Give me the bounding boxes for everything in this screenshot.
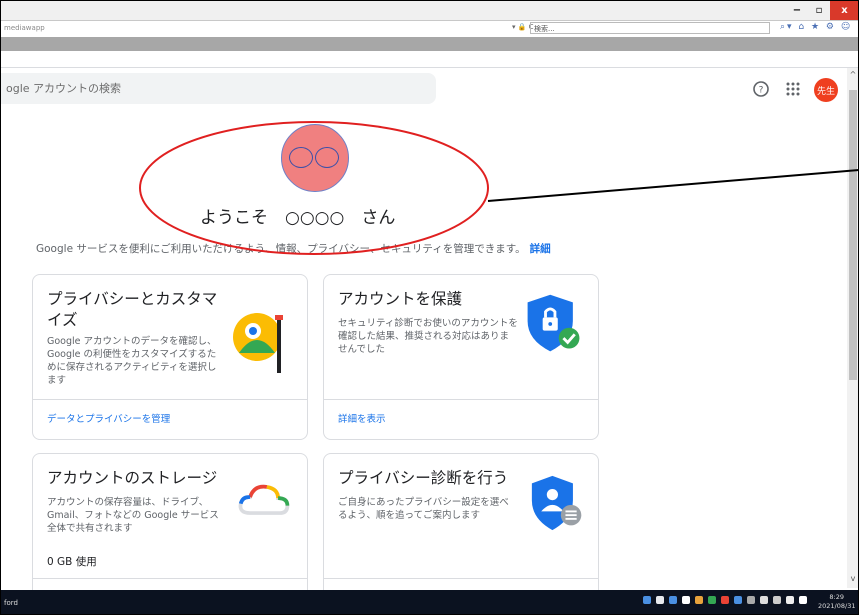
url-text[interactable]: mediawapp bbox=[4, 24, 45, 32]
clock-date: 2021/08/31 bbox=[818, 602, 856, 610]
tray-icon[interactable] bbox=[643, 596, 651, 604]
window-titlebar: − ▫ x bbox=[0, 0, 859, 20]
browser-toolbar-icons[interactable]: ⌕▾ ⌂ ★ ⚙ ☺ bbox=[780, 22, 852, 32]
tray-icon[interactable] bbox=[747, 596, 755, 604]
tray-icon[interactable] bbox=[799, 596, 807, 604]
card-divider bbox=[33, 578, 307, 579]
taskbar-clock[interactable]: 8:29 2021/08/31 bbox=[818, 593, 855, 611]
cloud-storage-icon bbox=[238, 484, 290, 515]
card-divider bbox=[324, 399, 598, 400]
address-bar[interactable]: mediawapp ▾ 🔒 C 検索... ⌕▾ ⌂ ★ ⚙ ☺ bbox=[0, 20, 859, 38]
privacy-checkup-card[interactable]: プライバシー診断を行う ご自身にあったプライバシー設定を選べるよう、順を追ってご… bbox=[323, 453, 599, 603]
welcome-subtitle: Google サービスを便利にご利用いただけるよう、情報、プライバシー、セキュリ… bbox=[36, 241, 551, 256]
storage-card-title: アカウントのストレージ bbox=[47, 469, 218, 487]
storage-card[interactable]: アカウントのストレージ アカウントの保存容量は、ドライブ、Gmail、フォトなど… bbox=[32, 453, 308, 603]
minimize-button[interactable]: − bbox=[786, 0, 808, 20]
privacy-card[interactable]: プライバシーとカスタマイズ Google アカウントのデータを確認し、Googl… bbox=[32, 274, 308, 440]
privacy-card-desc: Google アカウントのデータを確認し、Google の利便性をカスタマイズす… bbox=[47, 336, 217, 386]
svg-text:?: ? bbox=[759, 86, 764, 96]
scroll-up-arrow-icon[interactable]: ^ bbox=[847, 70, 859, 80]
scrollbar-thumb[interactable] bbox=[849, 90, 857, 380]
restore-button[interactable]: ▫ bbox=[808, 0, 830, 20]
tray-icon[interactable] bbox=[721, 596, 729, 604]
profile-picture[interactable] bbox=[281, 124, 349, 192]
tray-icon[interactable] bbox=[656, 596, 664, 604]
tab-strip bbox=[0, 37, 859, 51]
apps-grid-icon[interactable] bbox=[784, 80, 802, 98]
security-card-title: アカウントを保護 bbox=[338, 290, 463, 308]
learn-more-link[interactable]: 詳細 bbox=[530, 243, 551, 255]
storage-card-desc: アカウントの保存容量は、ドライブ、Gmail、フォトなどの Google サービ… bbox=[47, 497, 219, 534]
account-search-input[interactable]: ogle アカウントの検索 bbox=[0, 73, 436, 104]
taskbar: ford 8:29 2021/08/31 bbox=[0, 590, 859, 615]
checkup-card-title: プライバシー診断を行う bbox=[338, 469, 509, 487]
tray-icon[interactable] bbox=[708, 596, 716, 604]
security-card-desc: セキュリティ診断でお使いのアカウントを確認した結果、推奨される対応はありませんで… bbox=[338, 318, 518, 355]
manage-privacy-link[interactable]: データとプライバシーを管理 bbox=[47, 411, 170, 425]
clock-time: 8:29 bbox=[829, 593, 845, 601]
card-divider bbox=[324, 578, 598, 579]
privacy-checkup-icon bbox=[531, 475, 582, 531]
welcome-greeting: ようこそ ○○○○ さん bbox=[200, 208, 396, 228]
avatar[interactable]: 先生 bbox=[814, 78, 838, 102]
shield-check-icon bbox=[527, 294, 580, 352]
scroll-down-arrow-icon[interactable]: v bbox=[847, 574, 859, 584]
view-details-link[interactable]: 詳細を表示 bbox=[338, 411, 386, 425]
card-divider bbox=[33, 399, 307, 400]
tray-icon[interactable] bbox=[682, 596, 690, 604]
subtitle-text: Google サービスを便利にご利用いただけるよう、情報、プライバシー、セキュリ… bbox=[36, 243, 526, 255]
checkup-card-desc: ご自身にあったプライバシー設定を選べるよう、順を追ってご案内します bbox=[338, 497, 509, 521]
browser-search-input[interactable]: 検索... bbox=[530, 22, 770, 34]
storage-usage: 0 GB 使用 bbox=[47, 556, 97, 568]
personalize-icon bbox=[233, 313, 283, 373]
security-card[interactable]: アカウントを保護 セキュリティ診断でお使いのアカウントを確認した結果、推奨される… bbox=[323, 274, 599, 440]
favorites-bar bbox=[0, 51, 859, 68]
tray-icon[interactable] bbox=[773, 596, 781, 604]
close-button[interactable]: x bbox=[830, 0, 859, 20]
privacy-card-title: プライバシーとカスタマイズ bbox=[47, 290, 218, 329]
taskbar-tray-icons[interactable] bbox=[643, 596, 807, 604]
left-eye-shape bbox=[289, 147, 313, 168]
taskbar-label[interactable]: ford bbox=[4, 599, 18, 607]
tray-icon[interactable] bbox=[760, 596, 768, 604]
tray-icon[interactable] bbox=[734, 596, 742, 604]
help-icon[interactable]: ? bbox=[752, 80, 770, 98]
tray-icon[interactable] bbox=[786, 596, 794, 604]
right-eye-shape bbox=[315, 147, 339, 168]
tray-icon[interactable] bbox=[695, 596, 703, 604]
tray-icon[interactable] bbox=[669, 596, 677, 604]
